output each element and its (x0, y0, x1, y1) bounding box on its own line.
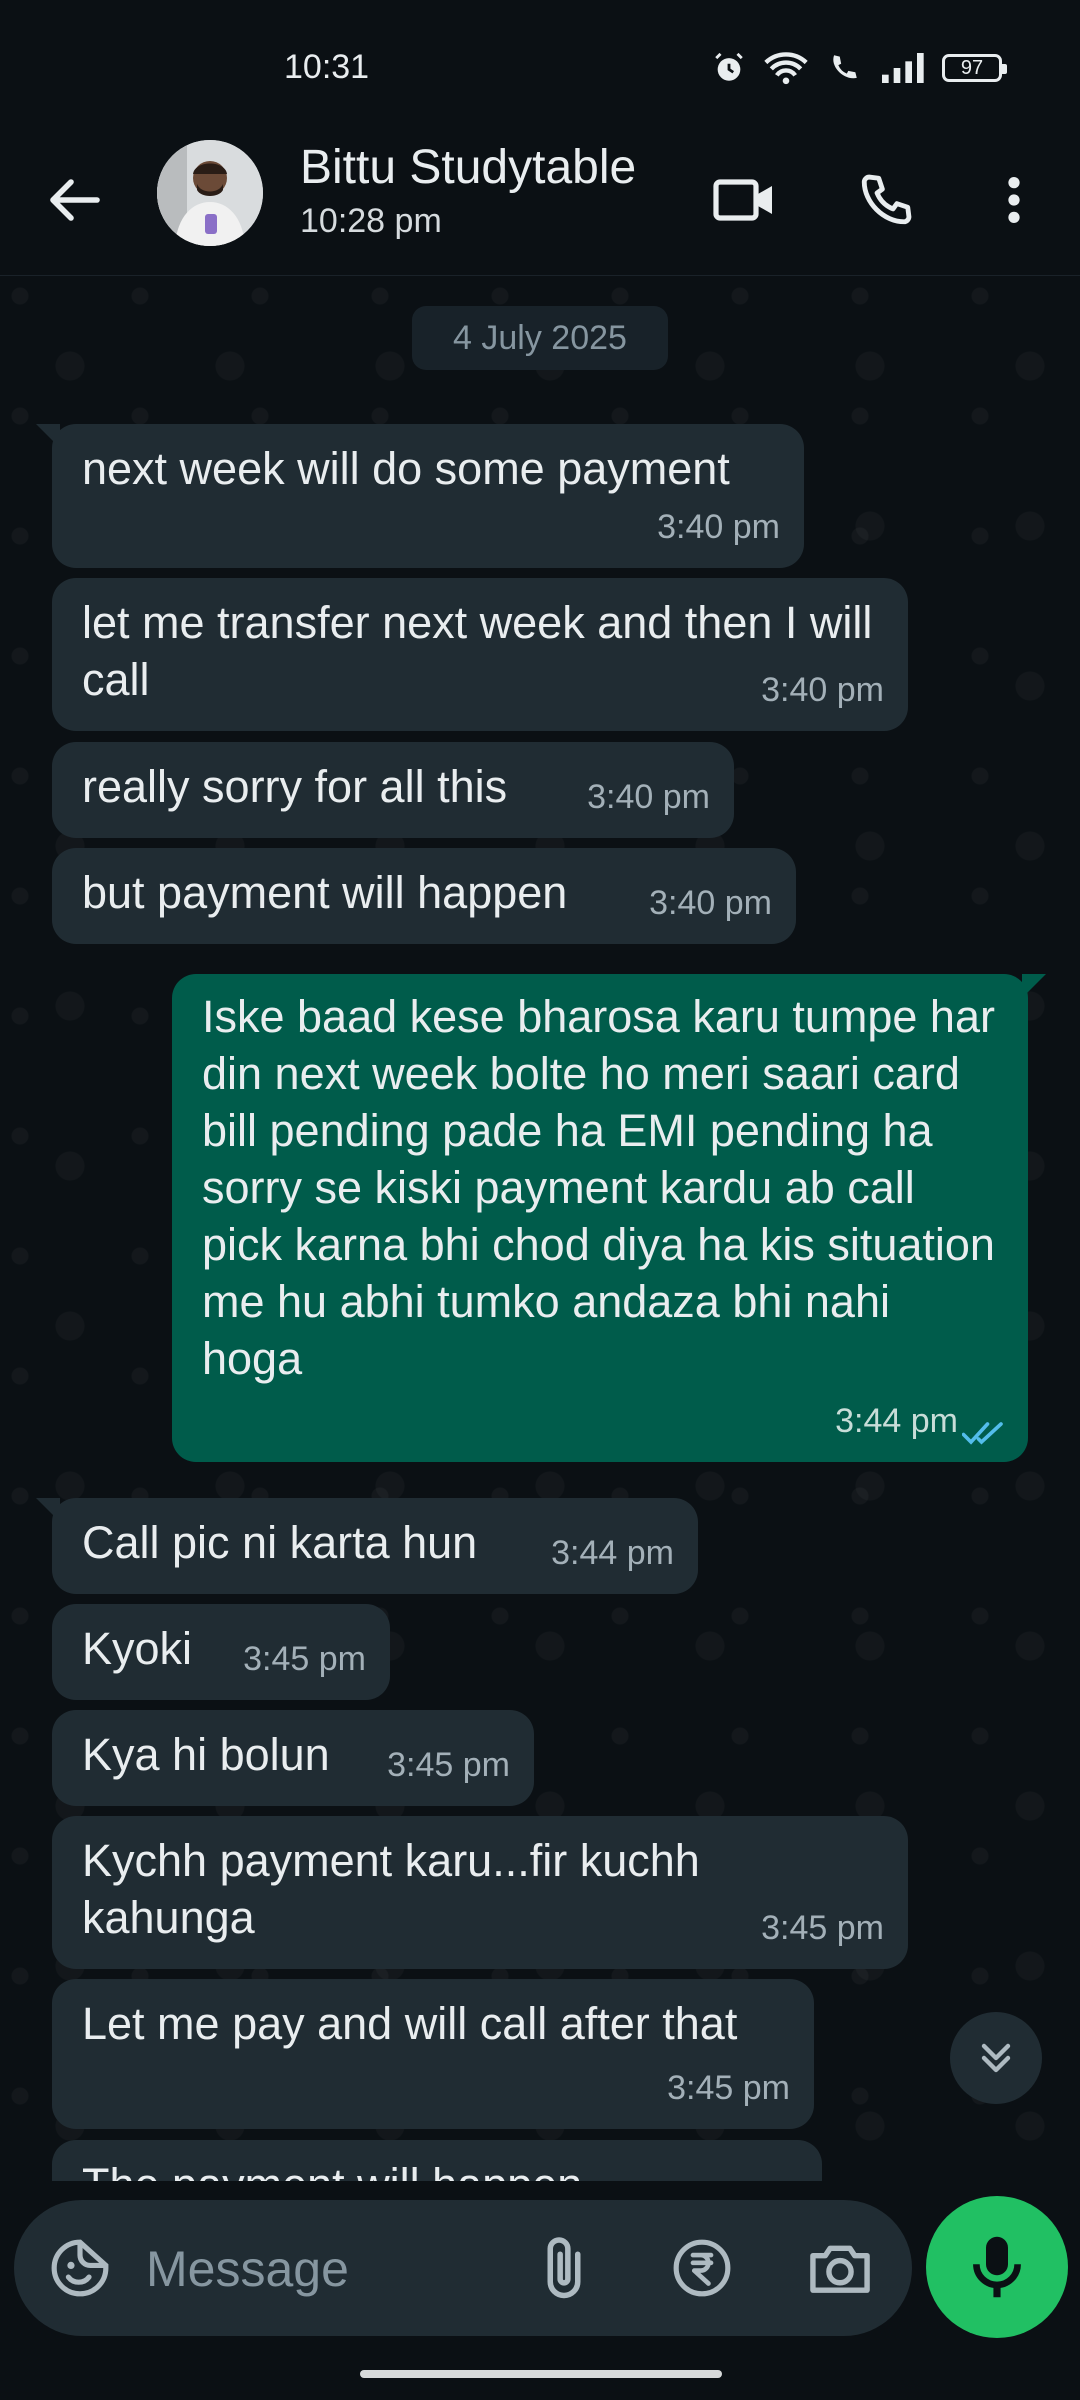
message-time: 3:40 pm (649, 884, 772, 922)
last-seen-status: 10:28 pm (300, 202, 442, 240)
message-incoming[interactable]: let me transfer next week and then I wil… (52, 578, 908, 731)
chat-area[interactable]: 4 July 2025 next week will do some payme… (0, 276, 1080, 2181)
message-incoming[interactable]: Let me pay and will call after that 3:45… (52, 1979, 814, 2129)
avatar[interactable] (157, 140, 263, 246)
alarm-icon (715, 52, 743, 81)
camera-icon[interactable] (806, 2234, 874, 2302)
message-time: 3:45 pm (387, 1746, 510, 1784)
more-options-icon[interactable] (974, 160, 1054, 240)
attach-icon[interactable] (530, 2234, 598, 2302)
wifi-calling-icon (833, 55, 857, 79)
mic-button[interactable] (926, 2196, 1068, 2338)
message-text: let me transfer next week and then I wil… (82, 597, 873, 705)
message-text: Iske baad kese bharosa karu tumpe har di… (202, 991, 995, 1384)
status-icons: 97 (712, 48, 1007, 88)
message-time: 3:40 pm (587, 778, 710, 816)
message-incoming[interactable]: Kychh payment karu...fir kuchh kahunga 3… (52, 1816, 908, 1969)
battery-indicator: 97 (942, 54, 1007, 82)
message-outgoing[interactable]: Iske baad kese bharosa karu tumpe har di… (172, 974, 1046, 1462)
message-text: next week will do some payment (82, 443, 730, 494)
status-time: 10:31 (284, 48, 370, 86)
message-incoming[interactable]: Kyoki 3:45 pm (52, 1604, 390, 1700)
message-input[interactable] (144, 2234, 518, 2304)
wifi-icon (764, 52, 808, 85)
sticker-icon[interactable] (46, 2234, 114, 2302)
gesture-navigation-bar[interactable] (360, 2370, 722, 2378)
message-text: The payment will happen (82, 2156, 792, 2181)
mic-icon (973, 2236, 1021, 2298)
message-time: 3:44 pm (835, 1402, 958, 1440)
message-time: 3:40 pm (761, 671, 884, 709)
rupee-payment-icon[interactable] (668, 2234, 736, 2302)
read-ticks-icon (962, 1422, 1003, 1445)
message-time: 3:44 pm (551, 1534, 674, 1572)
message-incoming[interactable]: Kya hi bolun 3:45 pm (52, 1710, 534, 1806)
message-composer (14, 2200, 912, 2336)
date-chip: 4 July 2025 (412, 306, 668, 370)
message-time: 3:45 pm (243, 1640, 366, 1678)
message-incoming[interactable]: really sorry for all this 3:40 pm (52, 742, 734, 838)
message-incoming[interactable]: but payment will happen 3:40 pm (52, 848, 796, 944)
message-time: 3:45 pm (667, 2069, 790, 2107)
signal-icon (882, 53, 924, 83)
message-text: Let me pay and will call after that (82, 1998, 738, 2049)
message-text: Kychh payment karu...fir kuchh kahunga (82, 1835, 700, 1943)
back-arrow-icon[interactable] (40, 165, 110, 235)
double-chevron-down-icon (981, 2043, 1011, 2073)
message-incoming[interactable]: The payment will happen (52, 2140, 822, 2181)
chat-header: Bittu Studytable 10:28 pm (0, 130, 1080, 276)
message-time: 3:40 pm (657, 508, 780, 546)
status-bar: 10:31 97 (0, 0, 1080, 130)
voice-call-icon[interactable] (846, 160, 926, 240)
message-incoming[interactable]: Call pic ni karta hun 3:44 pm (36, 1498, 698, 1594)
scroll-to-bottom-button[interactable] (950, 2012, 1042, 2104)
contact-name[interactable]: Bittu Studytable (300, 140, 636, 195)
message-time: 3:45 pm (761, 1909, 884, 1947)
message-incoming[interactable]: next week will do some payment 3:40 pm (36, 424, 804, 568)
video-call-icon[interactable] (704, 160, 784, 240)
